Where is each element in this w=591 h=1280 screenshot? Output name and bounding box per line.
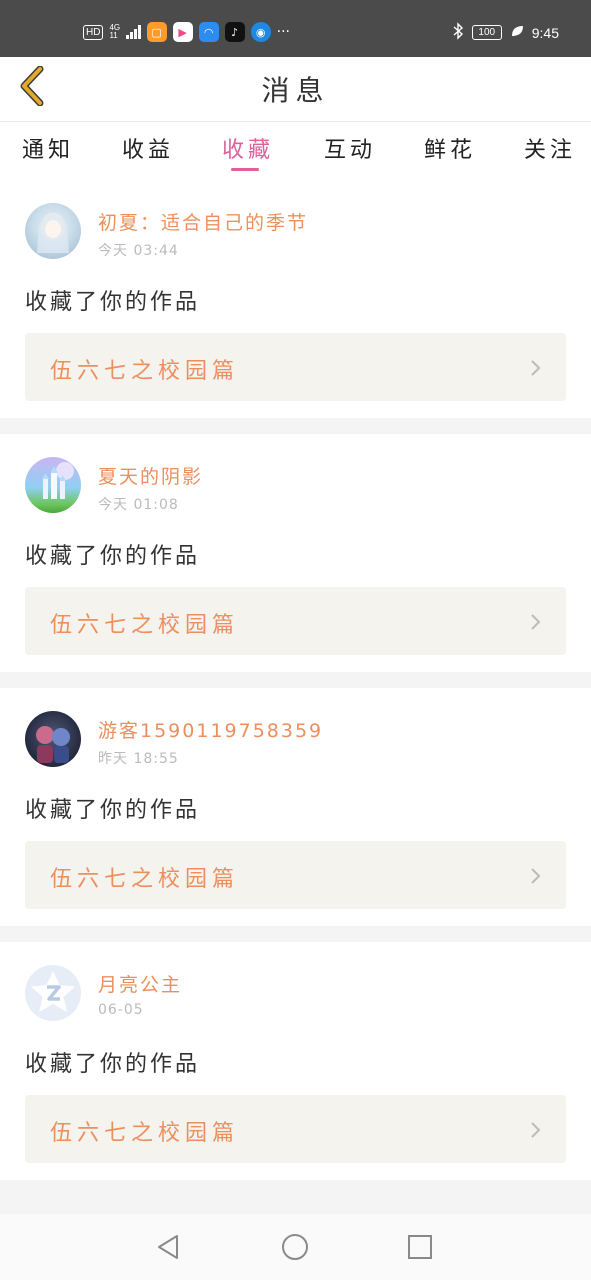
username[interactable]: 初夏：适合自己的季节 <box>98 208 308 235</box>
username[interactable]: 游客15901197583​59 <box>98 716 323 743</box>
triangle-back-icon <box>158 1235 178 1259</box>
work-link[interactable]: 伍六七之校园篇 <box>25 841 566 909</box>
circle-home-icon <box>282 1234 308 1260</box>
battery-icon: 100 <box>471 25 502 40</box>
browser-icon: ◉ <box>250 22 271 42</box>
chevron-right-icon <box>531 360 541 376</box>
tab-bar: 通知 收益 收藏 互动 鲜花 关注 <box>0 122 591 180</box>
timestamp: 今天 01:08 <box>98 497 179 513</box>
action-text: 收藏了你的作品 <box>25 290 201 315</box>
network-indicator: 4G 11 <box>109 23 121 40</box>
status-right: 100 9:45 <box>452 22 559 43</box>
work-link[interactable]: 伍六七之校园篇 <box>25 587 566 655</box>
timestamp: 昨天 18:55 <box>98 751 179 767</box>
work-title: 伍六七之校园篇 <box>50 867 240 892</box>
work-link[interactable]: 伍六七之校园篇 <box>25 333 566 401</box>
message-card: 月亮公主 06-05 收藏了你的作品 伍六七之校园篇 <box>0 942 591 1180</box>
work-title: 伍六七之校园篇 <box>50 359 240 384</box>
action-text: 收藏了你的作品 <box>25 544 201 569</box>
message-card: 游客15901197583​59 昨天 18:55 收藏了你的作品 伍六七之校园… <box>0 688 591 926</box>
nav-home-button[interactable] <box>280 1232 310 1262</box>
signal-icon <box>126 25 141 39</box>
leaf-icon <box>510 24 524 41</box>
square-recents-icon <box>408 1235 432 1259</box>
work-link[interactable]: 伍六七之校园篇 <box>25 1095 566 1163</box>
tab-flowers[interactable]: 鲜花 <box>424 132 476 164</box>
more-notifications-indicator: ··· <box>276 24 290 40</box>
tab-notifications[interactable]: 通知 <box>22 132 74 164</box>
taobao-icon: ▢ <box>146 22 167 42</box>
timestamp: 今天 03:44 <box>98 243 179 259</box>
work-title: 伍六七之校园篇 <box>50 1121 240 1146</box>
bluetooth-icon <box>452 22 464 43</box>
message-card: 夏天的阴影 今天 01:08 收藏了你的作品 伍六七之校园篇 <box>0 434 591 672</box>
status-bar: HD 4G 11 ▢ ▶ ◠ ♪ ◉ ··· 100 9:45 <box>0 0 591 57</box>
work-title: 伍六七之校园篇 <box>50 613 240 638</box>
chevron-right-icon <box>531 614 541 630</box>
tab-interactions[interactable]: 互动 <box>324 132 376 164</box>
cloud-app-icon: ◠ <box>198 22 219 42</box>
chevron-right-icon <box>531 1122 541 1138</box>
clock-time: 9:45 <box>531 24 559 41</box>
avatar[interactable] <box>25 965 81 1021</box>
avatar[interactable] <box>25 711 81 767</box>
page-title: 消息 <box>261 74 330 107</box>
avatar[interactable] <box>25 203 81 259</box>
username[interactable]: 月亮公主 <box>98 970 182 997</box>
action-text: 收藏了你的作品 <box>25 798 201 823</box>
status-left: HD 4G 11 ▢ ▶ ◠ ♪ ◉ ··· <box>83 22 290 42</box>
active-tab-indicator <box>231 168 259 171</box>
action-text: 收藏了你的作品 <box>25 1052 201 1077</box>
avatar[interactable] <box>25 457 81 513</box>
username[interactable]: 夏天的阴影 <box>98 462 203 489</box>
tab-earnings[interactable]: 收益 <box>122 132 174 164</box>
nav-back-button[interactable] <box>153 1232 183 1262</box>
message-card: 初夏：适合自己的季节 今天 03:44 收藏了你的作品 伍六七之校园篇 <box>0 180 591 418</box>
nav-recents-button[interactable] <box>405 1232 435 1262</box>
timestamp: 06-05 <box>98 1002 144 1018</box>
system-nav-bar <box>0 1214 591 1280</box>
video-app-icon: ▶ <box>172 22 193 42</box>
tab-favorites[interactable]: 收藏 <box>222 132 274 164</box>
header-bar: 消息 <box>0 57 591 122</box>
tab-following[interactable]: 关注 <box>524 132 576 164</box>
hd-badge: HD <box>83 24 104 40</box>
tiktok-icon: ♪ <box>224 22 245 42</box>
chevron-right-icon <box>531 868 541 884</box>
